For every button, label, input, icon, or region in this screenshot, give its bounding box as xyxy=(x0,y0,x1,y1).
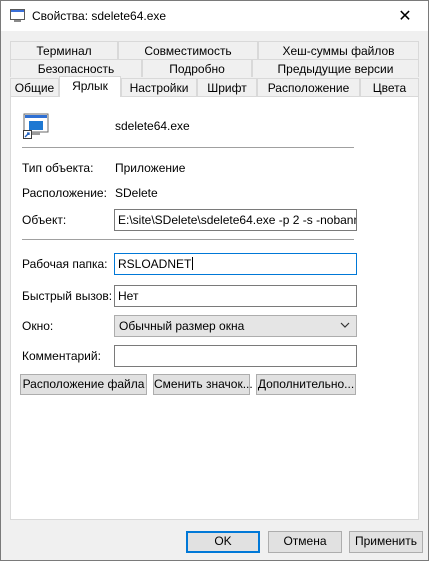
ok-button[interactable]: OK xyxy=(186,531,260,553)
tab-font[interactable]: Шрифт xyxy=(197,78,257,96)
start-in-value: RSLOADNET xyxy=(118,257,192,271)
properties-dialog: Свойства: sdelete64.exe ✕ Терминал Совме… xyxy=(0,0,429,561)
text-caret xyxy=(192,257,194,270)
run-select[interactable]: Обычный размер окна xyxy=(114,315,357,337)
tab-row-1: Терминал Совместимость Хеш-суммы файлов xyxy=(10,41,419,60)
start-in-label: Рабочая папка: xyxy=(22,257,108,271)
open-file-location-button[interactable]: Расположение файла xyxy=(20,374,147,395)
close-button[interactable]: ✕ xyxy=(382,1,428,31)
close-icon: ✕ xyxy=(398,8,412,25)
location-value: SDelete xyxy=(115,186,158,200)
tab-general[interactable]: Общие xyxy=(10,78,59,96)
tab-details[interactable]: Подробно xyxy=(142,59,252,77)
target-field[interactable]: E:\site\SDelete\sdelete64.exe -p 2 -s -n… xyxy=(114,209,357,231)
run-label: Окно: xyxy=(22,319,54,333)
comment-field[interactable] xyxy=(114,345,357,367)
comment-label: Комментарий: xyxy=(22,349,101,363)
hotkey-field[interactable]: Нет xyxy=(114,285,357,307)
tab-previous-versions[interactable]: Предыдущие версии xyxy=(252,59,419,77)
app-title-icon xyxy=(10,9,25,23)
apply-button[interactable]: Применить xyxy=(349,531,423,553)
type-value: Приложение xyxy=(115,161,186,175)
run-selected-value: Обычный размер окна xyxy=(119,319,245,333)
tab-colors[interactable]: Цвета xyxy=(360,78,419,96)
title-bar: Свойства: sdelete64.exe ✕ xyxy=(1,1,428,31)
tab-row-3: Общие Ярлык Настройки Шрифт Расположение… xyxy=(10,76,419,97)
tab-security[interactable]: Безопасность xyxy=(10,59,142,77)
type-label: Тип объекта: xyxy=(22,161,94,175)
divider-top xyxy=(22,147,354,148)
start-in-field[interactable]: RSLOADNET xyxy=(114,253,357,275)
target-label: Объект: xyxy=(22,213,67,227)
tab-shortcut[interactable]: Ярлык xyxy=(59,76,121,97)
tab-layout[interactable]: Расположение xyxy=(257,78,360,96)
tab-terminal[interactable]: Терминал xyxy=(10,41,118,59)
shortcut-name: sdelete64.exe xyxy=(115,119,190,133)
tab-compatibility[interactable]: Совместимость xyxy=(118,41,258,59)
shortcut-app-icon xyxy=(23,113,51,139)
cancel-button[interactable]: Отмена xyxy=(268,531,342,553)
location-label: Расположение: xyxy=(22,186,107,200)
tab-options[interactable]: Настройки xyxy=(121,78,197,96)
advanced-button[interactable]: Дополнительно... xyxy=(256,374,356,395)
divider-middle xyxy=(22,239,354,240)
change-icon-button[interactable]: Сменить значок... xyxy=(153,374,253,395)
hotkey-label: Быстрый вызов: xyxy=(22,289,113,303)
tab-file-hashes[interactable]: Хеш-суммы файлов xyxy=(258,41,419,59)
window-title: Свойства: sdelete64.exe xyxy=(32,9,167,23)
chevron-down-icon xyxy=(340,319,350,331)
shortcut-panel: sdelete64.exe Тип объекта: Приложение Ра… xyxy=(10,96,419,520)
